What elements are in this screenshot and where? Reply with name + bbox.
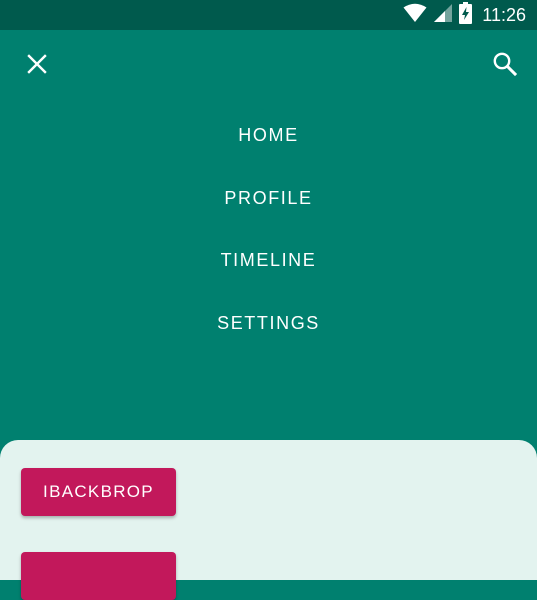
wifi-icon [403, 3, 427, 28]
backdrop-nav-menu: HOME PROFILE TIMELINE SETTINGS [0, 104, 537, 355]
nav-item-settings[interactable]: SETTINGS [0, 292, 537, 355]
nav-item-timeline[interactable]: TIMELINE [0, 229, 537, 292]
status-icons: 11:26 [403, 0, 526, 30]
nav-item-profile[interactable]: PROFILE [0, 167, 537, 230]
search-button[interactable] [483, 44, 527, 88]
app-bar [0, 30, 537, 102]
front-layer-sheet: IBACKBROP [0, 440, 537, 600]
battery-charging-icon [459, 1, 473, 29]
cell-signal-icon [433, 3, 453, 28]
close-icon [26, 53, 48, 80]
nav-item-home[interactable]: HOME [0, 104, 537, 167]
status-bar: 11:26 [0, 0, 537, 30]
status-time: 11:26 [482, 5, 526, 25]
close-button[interactable] [15, 44, 59, 88]
second-action-button[interactable] [21, 552, 176, 600]
backdrop-button[interactable]: IBACKBROP [21, 468, 176, 516]
search-icon [492, 51, 518, 82]
